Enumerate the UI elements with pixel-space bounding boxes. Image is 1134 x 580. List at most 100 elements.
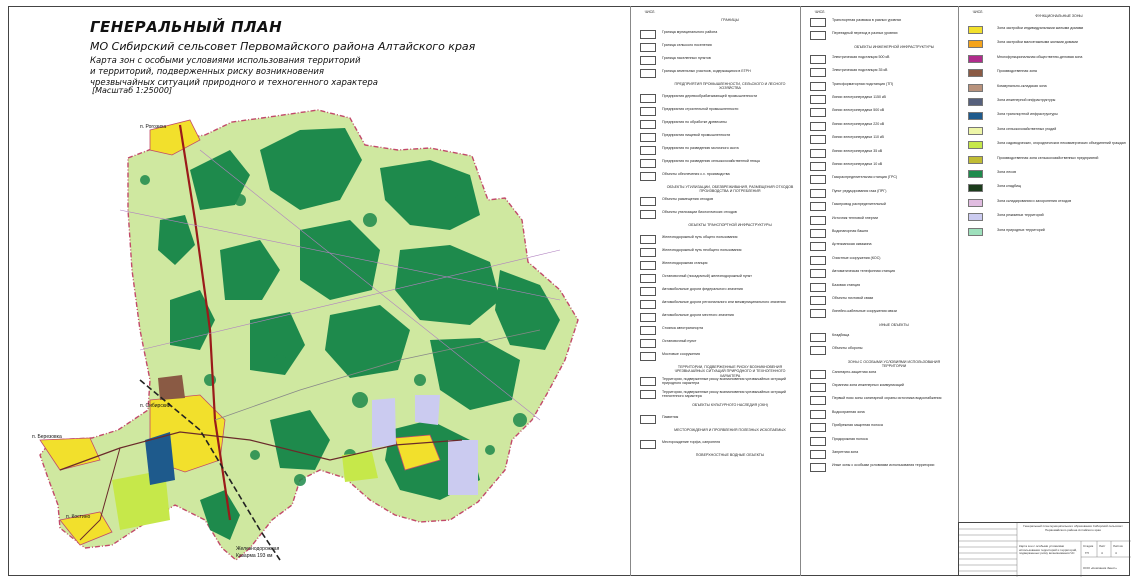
legend-item: Зона складирования и захоронения отходов — [968, 198, 1126, 207]
legend-item: Многофункциональная общественно-деловая … — [968, 54, 1126, 63]
legend-item-label: Железнодорожная станция — [662, 261, 708, 265]
legend-item-label: Санитарно-защитная зона — [832, 369, 877, 374]
legend-item-label: Железнодорожный путь общего пользования — [662, 235, 738, 239]
legend-item-label: Переездный переход в разных уровнях — [832, 31, 898, 36]
legend-item: Зона застройки малоэтажными жилыми домам… — [968, 40, 1126, 49]
legend-item: Зона кладбищ — [968, 184, 1126, 193]
legend-item: Автомобильные дороги местного значения — [640, 313, 796, 322]
legend-item: Объекты обороны — [810, 346, 954, 356]
legend-swatch — [968, 54, 983, 63]
legend-item: Зона садоводческих, огороднических неком… — [968, 141, 1126, 150]
legend-item: Зона инженерной инфраструктуры — [968, 98, 1126, 106]
legend-item-label: Остановочный пункт — [662, 339, 697, 343]
legend-group-header: ИНЫЕ ОБЪЕКТЫ — [879, 322, 909, 327]
legend-item-label: Территории, подверженные риску возникнов… — [662, 390, 786, 399]
map-title: ГЕНЕРАЛЬНЫЙ ПЛАН — [90, 18, 283, 36]
legend-symbol-icon — [640, 415, 656, 424]
legend-group-header: ГРАНИЦЫ — [721, 18, 739, 22]
legend-symbol-icon — [810, 175, 826, 185]
legend-item: Водоохранная зона — [810, 409, 954, 419]
legend-item-label: Автомобильные дороги федерального значен… — [662, 287, 743, 291]
legend-symbol-icon — [810, 450, 826, 459]
legend-symbol-icon — [810, 54, 826, 64]
legend-item-label: Зона режимных территорий — [997, 213, 1044, 218]
legend-item: Первый пояс зоны санитарной охраны источ… — [810, 396, 954, 406]
legend-item: Санитарно-защитная зона — [810, 369, 954, 379]
legend-symbol-icon — [640, 235, 656, 244]
map-description: Карта зон с особыми условиями использова… — [90, 56, 378, 88]
legend-symbol-icon — [810, 396, 826, 406]
legend-item-label: Граница сельского поселения — [662, 43, 712, 47]
legend-item: Линии электропередачи 220 кВ — [810, 121, 954, 131]
legend-group-header: ЗОНЫ С ОСОБЫМИ УСЛОВИЯМИ ИСПОЛЬЗОВАНИЯ Т… — [847, 359, 941, 368]
legend-symbol-icon — [810, 332, 826, 342]
legend-item: Железнодорожный путь общего пользования — [640, 235, 796, 244]
legend-item: Граница населенных пунктов — [640, 56, 796, 65]
legend-item-label: Предприятия по разведению молочного скот… — [662, 146, 739, 150]
legend-item-label: Электрическая подстанция 500 кВ — [832, 54, 890, 59]
legend-item: Мостовые сооружения — [640, 352, 796, 361]
legend-symbol-icon — [640, 56, 656, 65]
legend-symbol-icon — [640, 261, 656, 270]
legend-symbol-icon — [640, 107, 656, 116]
legend-item-label: Стоянка автотранспорта — [662, 326, 704, 330]
legend-item-label: Зона лесов — [997, 170, 1016, 174]
legend-item: Кладбища — [810, 332, 954, 342]
legend-symbol-icon — [810, 68, 826, 78]
legend-item: Предприятия по разведению сельскохозяйст… — [640, 159, 796, 168]
legend-symbol-icon — [640, 248, 656, 257]
legend-item: Зона сельскохозяйственных угодий — [968, 126, 1126, 135]
legend-item: Производственная зона — [968, 69, 1126, 78]
legend-item: Газораспределительная станция (ГРС) — [810, 175, 954, 185]
legend-item: Транспортная развязка в разных уровнях — [810, 18, 954, 27]
legend-symbol-icon — [640, 120, 656, 129]
legend-symbol-icon — [810, 135, 826, 145]
legend-item-label: Месторождение торфа, сапропеля — [662, 440, 721, 444]
legend-swatch — [968, 213, 983, 222]
legend-item: Железнодорожный путь необщего пользовани… — [640, 248, 796, 257]
legend-symbol-icon — [810, 346, 826, 356]
legend-item: Источник тепловой энергии — [810, 215, 954, 225]
legend-item-label: Производственная зона сельскохозяйственн… — [997, 155, 1099, 160]
legend-item-label: Запретная зона — [832, 450, 859, 454]
legend-item: Предприятия пищевой промышленности — [640, 133, 796, 142]
legend-symbol-icon — [640, 210, 656, 219]
legend-item-label: Памятник — [662, 415, 679, 419]
legend-item-label: Иные зоны с особыми условиями использова… — [832, 463, 935, 468]
legend-group-header: ПОВЕРХНОСТНЫЕ ВОДНЫЕ ОБЪЕКТЫ — [695, 453, 765, 457]
legend-symbol-icon — [810, 296, 826, 305]
legend-item: Территории, подверженные риску возникнов… — [640, 390, 796, 399]
legend-symbol-icon — [810, 269, 826, 279]
legend-symbol-icon — [640, 197, 656, 206]
legend-item: Граница земельных участков, содержащихся… — [640, 69, 796, 78]
legend-item-label: Водонапорная башня — [832, 229, 869, 233]
legend-group-header: ОБЪЕКТЫ УТИЛИЗАЦИИ, ОБЕЗВРЕЖИВАНИЯ, РАЗМ… — [666, 185, 794, 194]
legend-item: Объекты размещения отходов — [640, 197, 796, 206]
legend-item-label: Пункт редуцирования газа (ПРГ) — [832, 188, 887, 193]
legend-symbol-icon — [810, 282, 826, 292]
legend-item: Придорожная полоса — [810, 436, 954, 446]
legend-item: Предприятия деревообрабатывающей промышл… — [640, 94, 796, 103]
legend-item-label: Автомобильные дороги регионального или м… — [662, 300, 786, 304]
legend-symbol-icon — [810, 383, 826, 392]
legend-item: Линейно-кабельные сооружения связи — [810, 309, 954, 319]
legend-swatch — [968, 155, 983, 164]
legend-item-label: Коммунально-складская зона — [997, 83, 1047, 88]
stamp-grid — [959, 523, 1131, 577]
place-label-berezovka: п. Березовка — [32, 434, 62, 440]
legend-item-label: Зона садоводческих, огороднических неком… — [997, 141, 1126, 146]
legend-item-label: Предприятия строительной промышленности — [662, 107, 739, 111]
legend-item: Стоянка автотранспорта — [640, 326, 796, 335]
legend-item-label: Предприятия пищевой промышленности — [662, 133, 731, 137]
legend-item-label: Газопровод распределительный — [832, 202, 886, 207]
legend-item: Памятник — [640, 415, 796, 424]
legend-symbol-icon — [640, 30, 656, 39]
legend-item-label: Предприятия по разведению сельскохозяйст… — [662, 159, 761, 163]
legend-item: Водонапорная башня — [810, 229, 954, 238]
legend-item-label: Придорожная полоса — [832, 436, 868, 441]
legend-item-label: Граница муниципального района — [662, 30, 718, 34]
legend-symbol-icon — [640, 159, 656, 168]
legend-item: Автомобильные дороги регионального или м… — [640, 300, 796, 309]
legend-swatch — [968, 26, 983, 34]
legend-item: Зона лесов — [968, 170, 1126, 178]
